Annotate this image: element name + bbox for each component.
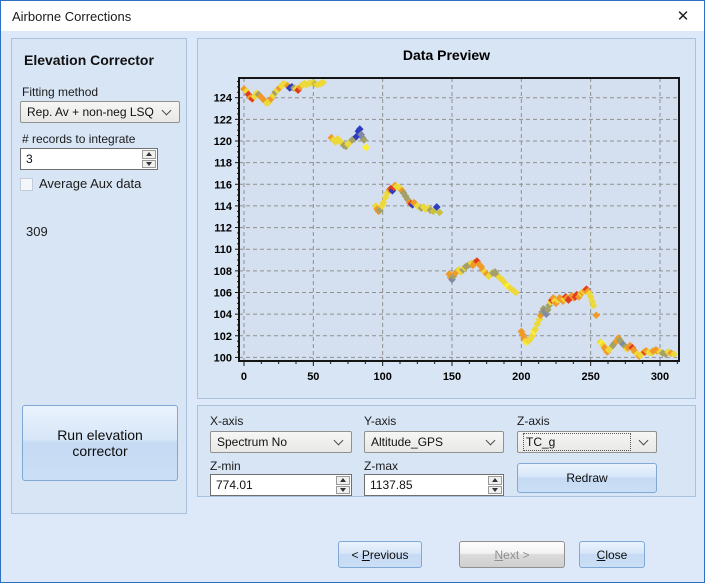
y-axis-label: Y-axis <box>364 414 396 428</box>
z-axis-label: Z-axis <box>517 414 550 428</box>
spin-down-button[interactable] <box>142 160 156 169</box>
panel-heading: Elevation Corrector <box>24 52 154 68</box>
svg-text:124: 124 <box>214 93 233 105</box>
stepper-buttons <box>335 475 351 495</box>
next-button[interactable]: Next > <box>459 541 565 568</box>
titlebar: Airborne Corrections <box>1 1 704 31</box>
svg-text:250: 250 <box>581 371 599 383</box>
data-preview-chart: 0 50 100 150 200 250 300 100 102 104 106 108 110 112 1… <box>198 39 695 398</box>
close-button[interactable]: Close <box>579 541 645 568</box>
z-min-label: Z-min <box>210 459 241 473</box>
x-axis-select[interactable]: Spectrum No <box>210 431 352 453</box>
svg-text:110: 110 <box>214 244 232 256</box>
triangle-up-icon <box>492 478 498 482</box>
svg-text:200: 200 <box>512 371 530 383</box>
svg-text:0: 0 <box>241 371 247 383</box>
z-max-value[interactable]: 1137.85 <box>365 475 487 495</box>
z-axis-select[interactable]: TC_g <box>517 431 657 453</box>
record-count-text: 309 <box>26 224 48 239</box>
y-axis-value: Altitude_GPS <box>371 435 481 449</box>
average-aux-data-label: Average Aux data <box>39 176 141 191</box>
airborne-corrections-dialog: Airborne Corrections ✕ Elevation Correct… <box>0 0 705 583</box>
x-axis-label: X-axis <box>210 414 243 428</box>
records-to-integrate-stepper[interactable]: 3 <box>20 148 158 170</box>
spin-down-button[interactable] <box>488 486 502 495</box>
svg-text:150: 150 <box>443 371 461 383</box>
spin-up-button[interactable] <box>142 150 156 159</box>
data-preview-panel: Data Preview 050100150200250300100102104… <box>197 38 696 399</box>
fitting-method-label: Fitting method <box>22 85 98 99</box>
run-elevation-corrector-button[interactable]: Run elevationcorrector <box>22 405 178 481</box>
z-max-stepper[interactable]: 1137.85 <box>364 474 504 496</box>
fitting-method-value: Rep. Av + non-neg LSQ <box>27 105 157 119</box>
svg-text:50: 50 <box>307 371 319 383</box>
svg-text:104: 104 <box>214 309 233 321</box>
svg-text:100: 100 <box>373 371 391 383</box>
z-min-value[interactable]: 774.01 <box>211 475 335 495</box>
stepper-buttons <box>141 149 157 169</box>
spin-up-button[interactable] <box>336 476 350 485</box>
window-title: Airborne Corrections <box>12 9 131 24</box>
triangle-down-icon <box>492 488 498 492</box>
triangle-up-icon <box>340 478 346 482</box>
svg-text:106: 106 <box>214 287 232 299</box>
stepper-buttons <box>487 475 503 495</box>
svg-text:118: 118 <box>214 158 232 170</box>
spin-up-button[interactable] <box>488 476 502 485</box>
svg-text:300: 300 <box>651 371 669 383</box>
close-icon[interactable]: ✕ <box>666 1 700 31</box>
svg-text:116: 116 <box>214 179 232 191</box>
axis-controls-panel: X-axis Spectrum No Y-axis Altitude_GPS Z… <box>197 405 696 497</box>
average-aux-data-checkbox[interactable] <box>20 178 33 191</box>
records-to-integrate-label: # records to integrate <box>22 132 135 146</box>
previous-button-label: < Previous <box>351 548 408 562</box>
elevation-corrector-panel: Elevation Corrector Fitting method Rep. … <box>11 38 187 514</box>
chevron-down-icon <box>162 105 172 115</box>
chevron-down-icon <box>334 435 344 445</box>
close-button-label: Close <box>597 548 628 562</box>
y-axis-select[interactable]: Altitude_GPS <box>364 431 504 453</box>
spin-down-button[interactable] <box>336 486 350 495</box>
next-button-label: Next > <box>494 548 529 562</box>
fitting-method-select[interactable]: Rep. Av + non-neg LSQ <box>20 101 180 123</box>
chevron-down-icon <box>639 435 649 445</box>
svg-text:114: 114 <box>214 201 233 213</box>
chevron-down-icon <box>486 435 496 445</box>
z-min-stepper[interactable]: 774.01 <box>210 474 352 496</box>
triangle-down-icon <box>340 488 346 492</box>
redraw-button[interactable]: Redraw <box>517 463 657 493</box>
records-to-integrate-value[interactable]: 3 <box>21 149 141 169</box>
svg-text:102: 102 <box>214 331 232 343</box>
svg-text:108: 108 <box>214 266 232 278</box>
z-max-label: Z-max <box>364 459 398 473</box>
run-button-label: Run elevationcorrector <box>57 427 143 459</box>
svg-text:120: 120 <box>214 136 232 148</box>
triangle-down-icon <box>146 162 152 166</box>
svg-text:122: 122 <box>214 114 232 126</box>
z-axis-value: TC_g <box>524 434 630 450</box>
x-axis-value: Spectrum No <box>217 435 329 449</box>
svg-text:112: 112 <box>214 223 232 235</box>
previous-button[interactable]: < Previous <box>338 541 422 568</box>
svg-text:100: 100 <box>214 352 232 364</box>
triangle-up-icon <box>146 152 152 156</box>
